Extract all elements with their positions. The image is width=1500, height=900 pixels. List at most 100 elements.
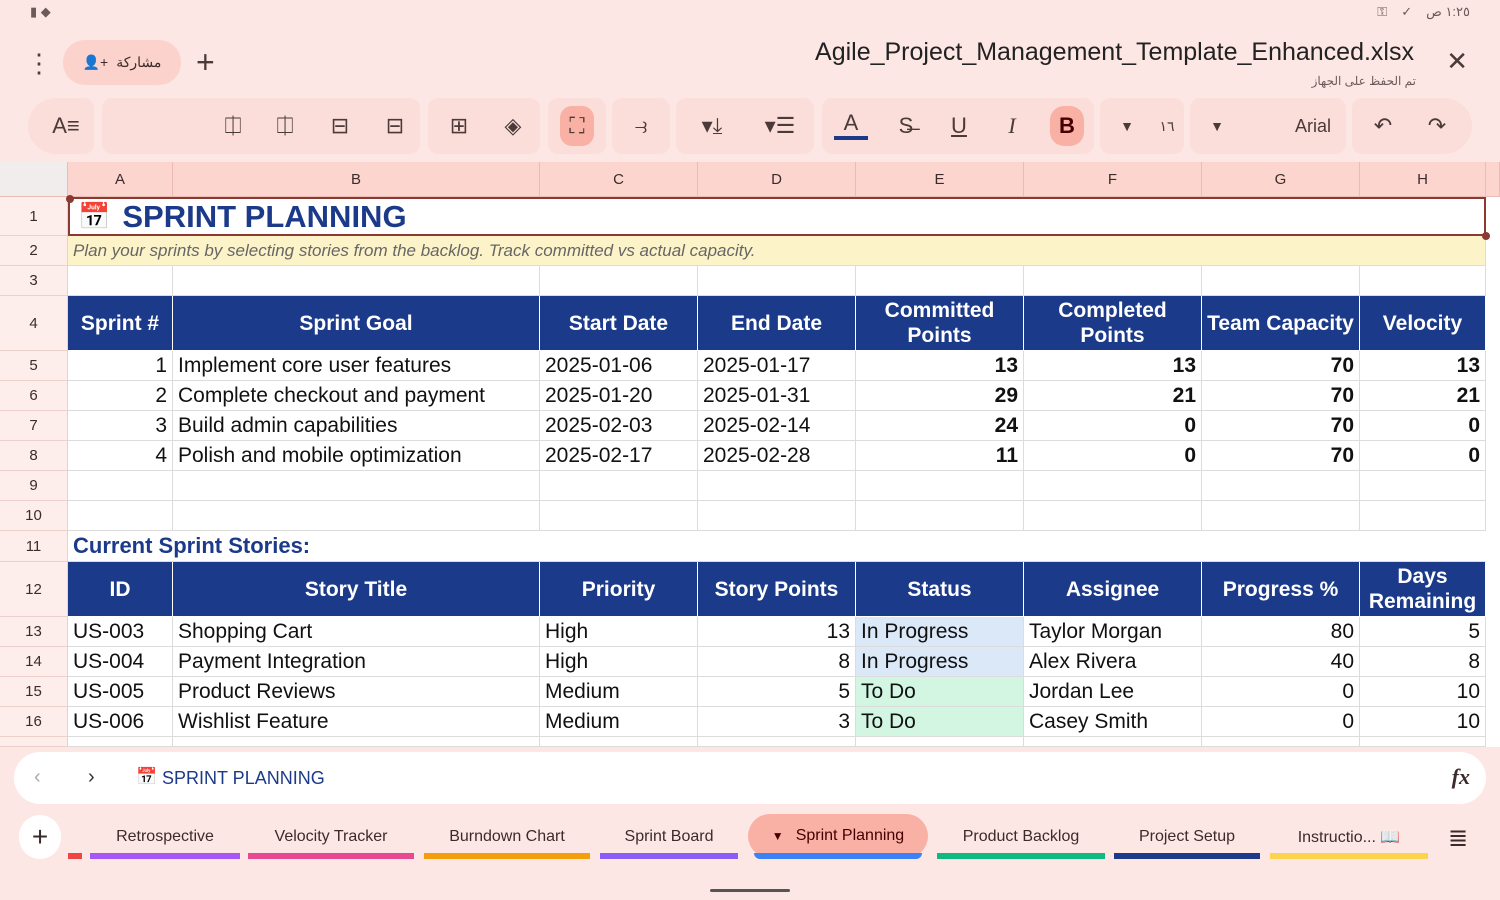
merge-cells-icon[interactable]: ⛶ <box>560 106 594 146</box>
sprint-cell[interactable]: Polish and mobile optimization <box>173 441 540 471</box>
font-size[interactable]: ١٦ <box>1150 110 1184 142</box>
story-cell[interactable]: Wishlist Feature <box>173 707 540 737</box>
column-header-c[interactable]: C <box>540 162 698 197</box>
cell[interactable] <box>1360 737 1486 747</box>
row-header-1[interactable]: 1 <box>0 197 68 236</box>
cell[interactable] <box>540 501 698 531</box>
fill-color-icon[interactable]: ◈ <box>496 110 530 142</box>
previous-icon[interactable]: ‹ <box>34 766 41 789</box>
story-cell[interactable]: US-004 <box>68 647 173 677</box>
redo-icon[interactable]: ↷ <box>1420 110 1454 142</box>
undo-icon[interactable]: ↶ <box>1366 110 1400 142</box>
column-header-a[interactable]: A <box>68 162 173 197</box>
header-cell[interactable]: Start Date <box>540 296 698 351</box>
sprint-cell[interactable]: 2025-01-31 <box>698 381 856 411</box>
sprint-cell[interactable]: 2025-02-03 <box>540 411 698 441</box>
sprint-cell[interactable]: 29 <box>856 381 1024 411</box>
story-cell[interactable]: 8 <box>1360 647 1486 677</box>
insert-row-above-icon[interactable]: ⊟ <box>323 110 357 142</box>
story-cell[interactable]: Casey Smith <box>1024 707 1202 737</box>
column-header-f[interactable]: F <box>1024 162 1202 197</box>
more-menu-icon[interactable]: ⋮ <box>26 48 52 79</box>
italic-icon[interactable]: I <box>995 110 1029 142</box>
cell[interactable] <box>68 737 173 747</box>
text-format-icon[interactable]: A≡ <box>49 110 83 142</box>
sprint-cell[interactable]: Implement core user features <box>173 351 540 381</box>
story-cell[interactable]: Shopping Cart <box>173 617 540 647</box>
next-icon[interactable]: › <box>88 766 95 789</box>
sprint-cell[interactable]: 21 <box>1360 381 1486 411</box>
row-header-3[interactable]: 3 <box>0 266 68 296</box>
cell[interactable] <box>856 501 1024 531</box>
share-button[interactable]: 👤+ مشاركة <box>63 40 181 85</box>
section-title[interactable]: Current Sprint Stories: <box>68 531 1486 562</box>
header-cell[interactable]: Priority <box>540 562 698 617</box>
row-header-15[interactable]: 15 <box>0 677 68 707</box>
story-cell[interactable]: US-003 <box>68 617 173 647</box>
header-cell[interactable]: Progress % <box>1202 562 1360 617</box>
cell[interactable] <box>173 471 540 501</box>
sprint-cell[interactable]: 2025-01-20 <box>540 381 698 411</box>
sprint-cell[interactable]: 0 <box>1360 411 1486 441</box>
title-cell[interactable]: 📅 SPRINT PLANNING <box>68 197 1486 236</box>
text-wrap-icon[interactable]: ⥽ <box>624 110 658 142</box>
cell[interactable] <box>1360 266 1486 296</box>
story-cell[interactable]: Payment Integration <box>173 647 540 677</box>
cell[interactable] <box>173 266 540 296</box>
row-header-7[interactable]: 7 <box>0 411 68 441</box>
row-header-13[interactable]: 13 <box>0 617 68 647</box>
row-header-10[interactable]: 10 <box>0 501 68 531</box>
column-header-h[interactable]: H <box>1360 162 1486 197</box>
column-header-d[interactable]: D <box>698 162 856 197</box>
borders-icon[interactable]: ⊞ <box>442 110 476 142</box>
story-cell[interactable]: 80 <box>1202 617 1360 647</box>
vertical-align-icon[interactable]: ▾⤓ <box>690 110 734 142</box>
cell[interactable] <box>540 266 698 296</box>
selection-handle[interactable] <box>1482 232 1490 240</box>
sprint-cell[interactable]: 2025-02-14 <box>698 411 856 441</box>
story-cell[interactable]: 13 <box>698 617 856 647</box>
selection-handle[interactable] <box>66 195 74 203</box>
header-cell[interactable]: Velocity <box>1360 296 1486 351</box>
story-cell[interactable]: 5 <box>1360 617 1486 647</box>
cell[interactable] <box>698 266 856 296</box>
cell[interactable] <box>1202 501 1360 531</box>
sprint-cell[interactable]: 13 <box>1024 351 1202 381</box>
cell[interactable] <box>1024 737 1202 747</box>
sheet-tab-sprint-planning[interactable]: ▼ Sprint Planning <box>748 814 928 858</box>
cell[interactable] <box>173 501 540 531</box>
cell[interactable] <box>698 471 856 501</box>
horizontal-align-icon[interactable]: ▾☰ <box>758 110 802 142</box>
sprint-cell[interactable]: 21 <box>1024 381 1202 411</box>
cell[interactable] <box>68 471 173 501</box>
row-header-5[interactable]: 5 <box>0 351 68 381</box>
select-all-corner[interactable] <box>0 162 68 197</box>
cell[interactable] <box>1202 471 1360 501</box>
sprint-cell[interactable]: Build admin capabilities <box>173 411 540 441</box>
status-cell[interactable]: In Progress <box>856 617 1024 647</box>
row-header-12[interactable]: 12 <box>0 562 68 617</box>
header-cell[interactable]: Completed Points <box>1024 296 1202 351</box>
status-cell[interactable]: To Do <box>856 677 1024 707</box>
cell[interactable] <box>540 737 698 747</box>
sprint-cell[interactable]: 0 <box>1024 411 1202 441</box>
cell[interactable] <box>1360 471 1486 501</box>
text-color-icon[interactable]: A <box>834 110 868 140</box>
story-cell[interactable]: 0 <box>1202 707 1360 737</box>
story-cell[interactable]: 3 <box>698 707 856 737</box>
story-cell[interactable]: Alex Rivera <box>1024 647 1202 677</box>
story-cell[interactable]: High <box>540 617 698 647</box>
cell[interactable] <box>540 471 698 501</box>
sprint-cell[interactable]: 2025-01-06 <box>540 351 698 381</box>
sprint-cell[interactable]: 2 <box>68 381 173 411</box>
add-icon[interactable]: + <box>196 44 215 81</box>
cell[interactable] <box>1024 266 1202 296</box>
sprint-cell[interactable]: 0 <box>1360 441 1486 471</box>
insert-column-right-icon[interactable]: ⎅ <box>216 110 250 142</box>
status-cell[interactable]: In Progress <box>856 647 1024 677</box>
cell[interactable] <box>856 266 1024 296</box>
all-sheets-menu-icon[interactable]: ≣ <box>1448 824 1468 853</box>
tab-menu-icon[interactable]: ▼ <box>772 829 784 843</box>
sprint-cell[interactable]: 2025-02-28 <box>698 441 856 471</box>
cell[interactable] <box>1360 501 1486 531</box>
